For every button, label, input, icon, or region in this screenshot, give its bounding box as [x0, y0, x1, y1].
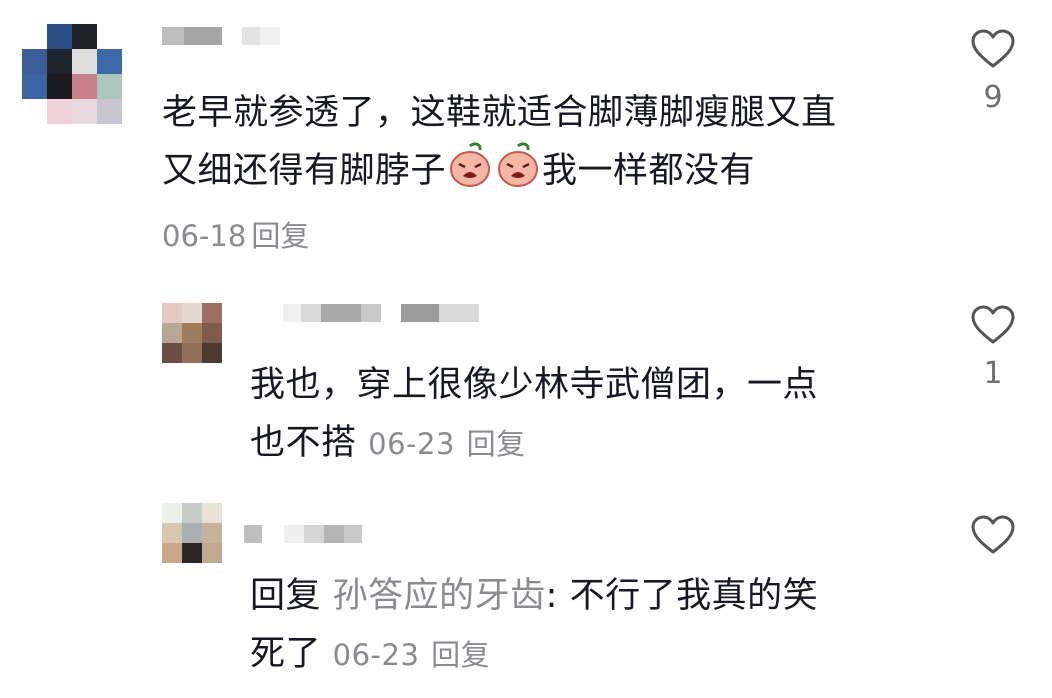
- comment-date: 06-18: [162, 219, 247, 253]
- comment-text-part: 也不搭: [250, 423, 357, 463]
- comment-text-part: 又细还得有脚脖子: [162, 151, 447, 191]
- like-count: 1: [983, 356, 1003, 391]
- comment-text-part: 死了: [250, 634, 322, 674]
- mention-username[interactable]: 孙答应的牙齿: [333, 576, 546, 616]
- like-button[interactable]: 9: [963, 28, 1023, 114]
- username-redacted[interactable]: [244, 525, 362, 543]
- comment-text: 我也，穿上很像少林寺武僧团，一点 也不搭 06-23 回复: [250, 356, 930, 473]
- comment-text-part: 我一样都没有: [542, 151, 756, 191]
- reply-prefix: 回复: [250, 576, 322, 616]
- like-button[interactable]: [963, 514, 1023, 556]
- reply-button[interactable]: 回复: [431, 638, 490, 672]
- comment-text-line-1: 回复 孙答应的牙齿: 不行了我真的笑: [250, 567, 930, 625]
- comment-text-line-2: 又细还得有脚脖子 我一样都没有: [162, 142, 952, 206]
- heart-outline-icon: [971, 305, 1015, 344]
- comment-text-line-2: 也不搭 06-23 回复: [250, 414, 930, 473]
- comment-text-line-1: 我也，穿上很像少林寺武僧团，一点: [250, 365, 819, 405]
- comment-text-part: : 不行了我真的笑: [545, 576, 819, 616]
- crying-peach-emoji: [495, 142, 541, 206]
- avatar[interactable]: [162, 503, 222, 563]
- reply-button[interactable]: 回复: [251, 219, 309, 253]
- heart-outline-icon: [971, 29, 1015, 68]
- username-redacted[interactable]: [283, 304, 479, 322]
- heart-outline-icon: [971, 515, 1015, 554]
- comment-text: 回复 孙答应的牙齿: 不行了我真的笑 死了 06-23 回复: [250, 567, 930, 684]
- avatar[interactable]: [162, 303, 222, 363]
- reply-button[interactable]: 回复: [467, 427, 526, 461]
- comment-text-line-1: 老早就参透了，这鞋就适合脚薄脚瘦腿又直: [162, 93, 837, 133]
- comment-date: 06-23: [332, 638, 420, 672]
- like-count: 9: [983, 80, 1003, 115]
- comment-meta: 06-18 回复: [162, 216, 309, 261]
- username-redacted[interactable]: [162, 27, 280, 45]
- like-button[interactable]: 1: [963, 304, 1023, 390]
- crying-peach-emoji: [447, 142, 493, 206]
- comment-text-line-2: 死了 06-23 回复: [250, 625, 930, 684]
- comment-date: 06-23: [368, 427, 455, 461]
- avatar[interactable]: [22, 24, 122, 124]
- comment-text: 老早就参透了，这鞋就适合脚薄脚瘦腿又直 又细还得有脚脖子 我一样都没有: [162, 84, 952, 206]
